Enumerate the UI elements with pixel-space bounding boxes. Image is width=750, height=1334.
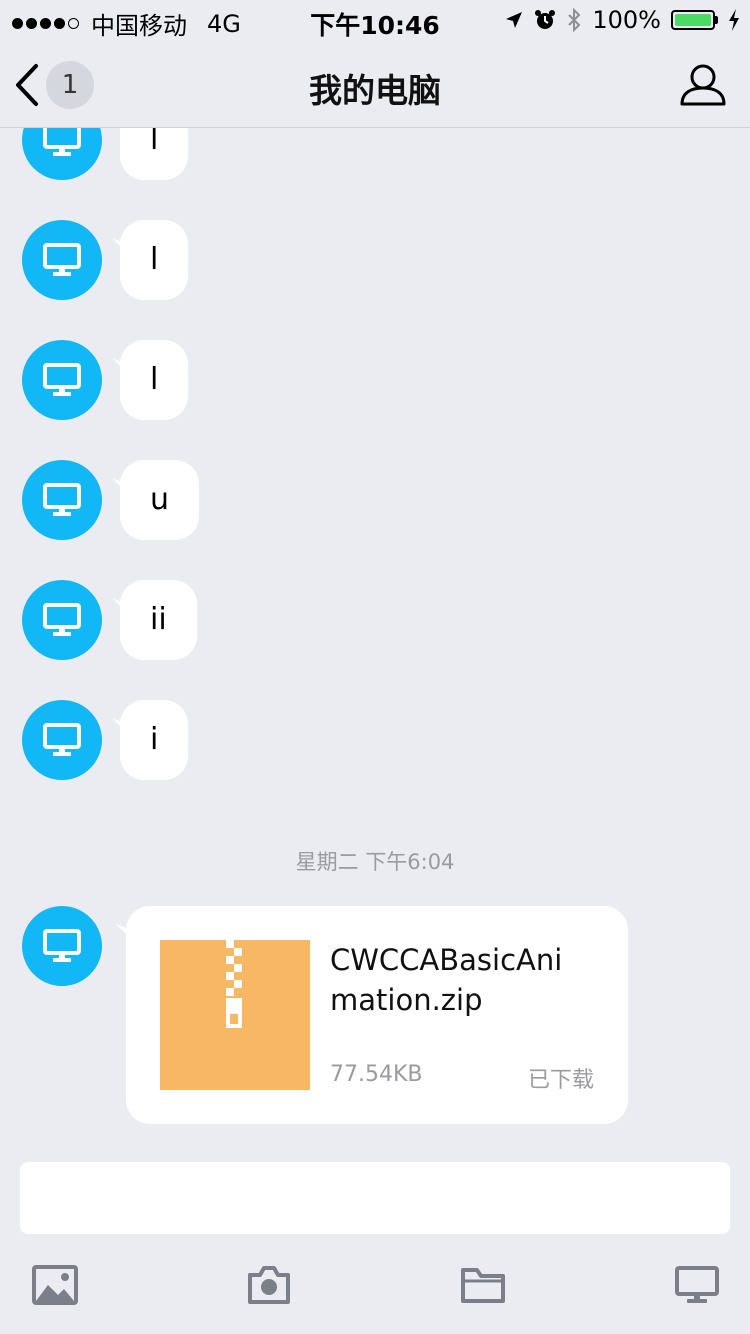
carrier-label: 中国移动 bbox=[91, 12, 187, 40]
location-arrow-icon bbox=[506, 12, 523, 28]
monitor-icon bbox=[43, 363, 81, 396]
avatar[interactable] bbox=[22, 128, 102, 180]
message-timestamp: 星期二 下午6:04 bbox=[295, 850, 455, 874]
monitor-icon bbox=[43, 128, 81, 156]
signal-strength-icon bbox=[12, 18, 79, 29]
image-icon bbox=[32, 1265, 78, 1305]
profile-button[interactable] bbox=[678, 60, 728, 110]
network-label: 4G bbox=[207, 9, 241, 38]
battery-percent: 100% bbox=[592, 6, 661, 34]
monitor-icon bbox=[43, 483, 81, 516]
monitor-icon bbox=[43, 723, 81, 756]
avatar[interactable] bbox=[22, 906, 102, 986]
message-input[interactable] bbox=[20, 1162, 730, 1234]
camera-icon bbox=[248, 1266, 290, 1304]
zip-file-icon bbox=[160, 940, 310, 1090]
image-button[interactable] bbox=[30, 1260, 80, 1310]
battery-icon bbox=[671, 10, 718, 30]
status-left: 中国移动 4G bbox=[12, 6, 241, 41]
message-bubble[interactable]: ii bbox=[120, 580, 197, 660]
file-size: 77.54KB bbox=[330, 1062, 423, 1087]
alarm-icon bbox=[535, 10, 556, 29]
message-bubble[interactable]: l bbox=[120, 340, 189, 420]
camera-button[interactable] bbox=[244, 1260, 294, 1310]
avatar[interactable] bbox=[22, 700, 102, 780]
monitor-icon bbox=[43, 603, 81, 636]
user-icon bbox=[680, 64, 726, 106]
avatar[interactable] bbox=[22, 460, 102, 540]
folder-button[interactable] bbox=[458, 1260, 508, 1310]
download-status: 已下载 bbox=[527, 1068, 594, 1093]
bottom-toolbar bbox=[0, 1260, 750, 1310]
page-title: 我的电脑 bbox=[309, 71, 441, 110]
nav-bar: 1 我的电脑 bbox=[0, 40, 750, 128]
status-right: 100% bbox=[504, 6, 740, 34]
message-bubble[interactable]: l bbox=[120, 220, 189, 300]
file-name: CWCCABasicAnimation.zip bbox=[330, 943, 563, 1017]
status-bar: 中国移动 4G 下午10:46 100% bbox=[0, 0, 750, 40]
message-bubble[interactable]: l bbox=[120, 128, 189, 180]
computer-button[interactable] bbox=[672, 1260, 722, 1310]
message-bubble[interactable]: i bbox=[120, 700, 189, 780]
avatar[interactable] bbox=[22, 340, 102, 420]
folder-icon bbox=[461, 1268, 505, 1303]
message-bubble[interactable]: u bbox=[120, 460, 200, 540]
computer-icon bbox=[675, 1266, 719, 1303]
bluetooth-icon bbox=[568, 8, 581, 32]
avatar[interactable] bbox=[22, 220, 102, 300]
message-list[interactable]: l l l u ii i 星期二 下午6:04 CWCCABasicAnimat… bbox=[0, 128, 750, 1148]
monitor-icon bbox=[43, 929, 81, 962]
charging-icon bbox=[729, 9, 739, 31]
monitor-icon bbox=[43, 243, 81, 276]
file-message-card[interactable]: CWCCABasicAnimation.zip 77.54KB 已下载 bbox=[126, 906, 628, 1124]
avatar[interactable] bbox=[22, 580, 102, 660]
